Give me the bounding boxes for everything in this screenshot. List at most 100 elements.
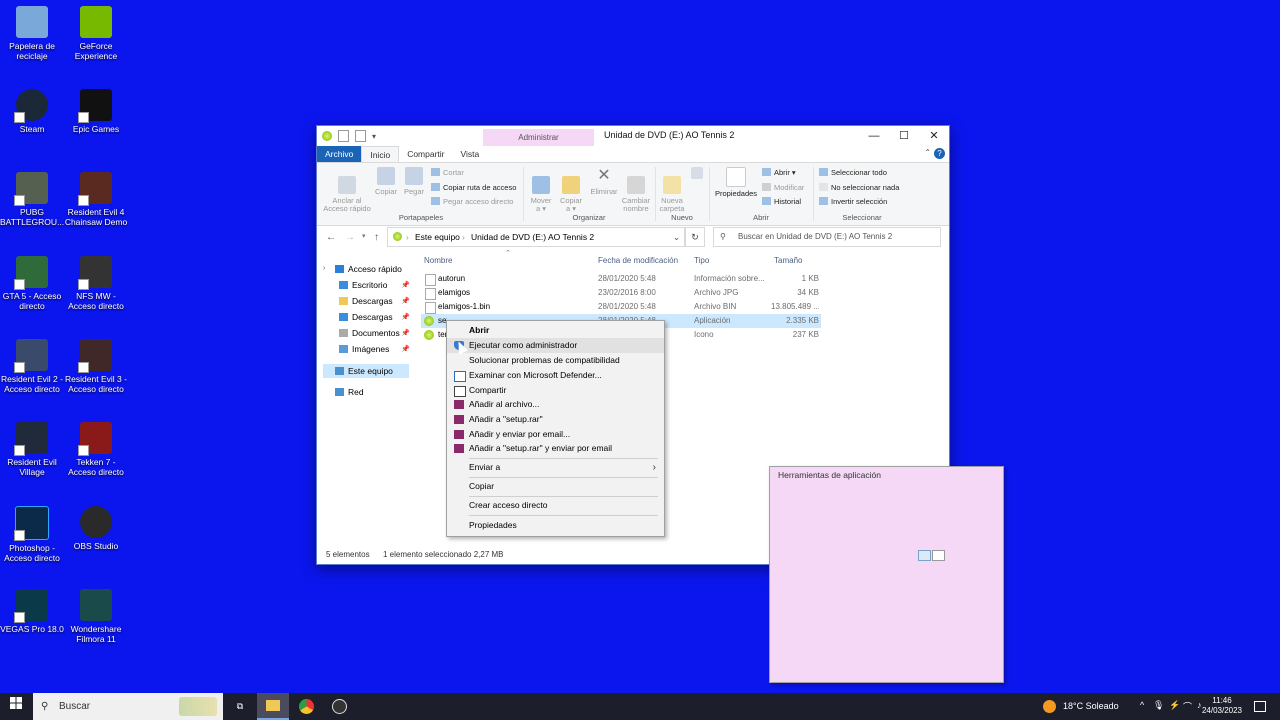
desktop-icon-gta5[interactable]: GTA 5 - Acceso directo	[0, 256, 64, 311]
show-hidden-icons-chevron-icon[interactable]: ^	[1140, 700, 1144, 710]
microphone-icon[interactable]: 🎙	[1153, 700, 1164, 711]
copy-button[interactable]: Copiar	[373, 163, 399, 197]
menu-item-add-to-archive[interactable]: Añadir al archivo...	[447, 397, 664, 412]
network-icon[interactable]: ⌒	[1183, 700, 1192, 713]
desktop-icon-photoshop[interactable]: Photoshop - Acceso directo	[0, 506, 64, 563]
minimize-button[interactable]: —	[859, 126, 889, 146]
nav-item-documentos[interactable]: Documentos	[339, 328, 400, 338]
open-dropdown-button[interactable]: Abrir ▾	[762, 166, 804, 181]
menu-item-add-and-email[interactable]: Añadir y enviar por email...	[447, 427, 664, 442]
nav-item-imagenes[interactable]: Imágenes	[339, 344, 389, 354]
menu-item-create-shortcut[interactable]: Crear acceso directo	[447, 498, 664, 513]
select-none-button[interactable]: No seleccionar nada	[819, 181, 899, 196]
rename-button[interactable]: Cambiar nombre	[621, 163, 651, 214]
menu-item-properties[interactable]: Propiedades	[447, 518, 664, 533]
desktop-icon-vegas[interactable]: VEGAS Pro 18.0	[0, 589, 64, 634]
file-row[interactable]: elamigos 23/02/2016 8:00 Archivo JPG 34 …	[421, 286, 821, 300]
menu-item-abrir[interactable]: Abrir	[447, 323, 664, 338]
column-header-tipo[interactable]: Tipo	[694, 256, 709, 265]
file-row[interactable]: autorun 28/01/2020 5:48 Información sobr…	[421, 272, 821, 286]
new-item-button[interactable]	[689, 163, 705, 182]
desktop-icon-re3[interactable]: Resident Evil 3 - Acceso directo	[64, 339, 128, 394]
taskbar-search-box[interactable]: ⚲ Buscar	[33, 693, 223, 720]
desktop-icon-pubg[interactable]: PUBG BATTLEGROU...	[0, 172, 64, 227]
properties-button[interactable]: Propiedades	[713, 163, 759, 199]
address-bar[interactable]: › Este equipo › Unidad de DVD (E:) AO Te…	[387, 227, 685, 247]
history-button[interactable]: Historial	[762, 195, 804, 210]
menu-item-defender-scan[interactable]: Examinar con Microsoft Defender...	[447, 368, 664, 383]
nav-item-descargas[interactable]: Descargas	[339, 296, 393, 306]
new-folder-button[interactable]: Nueva carpeta	[657, 163, 687, 214]
cut-button[interactable]: Cortar	[431, 166, 516, 181]
desktop-icon-geforce[interactable]: GeForce Experience	[64, 6, 128, 61]
breadcrumb-este-equipo[interactable]: Este equipo	[415, 228, 460, 246]
menu-item-troubleshoot-compat[interactable]: Solucionar problemas de compatibilidad	[447, 353, 664, 368]
desktop-icon-nfs[interactable]: NFS MW - Acceso directo	[64, 256, 128, 311]
desktop-icon-recycle-bin[interactable]: Papelera de reciclaje	[0, 6, 64, 61]
large-icons-view-icon[interactable]	[932, 550, 945, 561]
qat-dropdown-icon[interactable]: ▾	[372, 132, 376, 141]
paste-button[interactable]: Pegar	[401, 163, 427, 197]
delete-button[interactable]: ✕ Eliminar	[587, 163, 621, 197]
refresh-icon[interactable]: ↻	[685, 227, 705, 247]
desktop-icon-re2[interactable]: Resident Evil 2 - Acceso directo	[0, 339, 64, 394]
nav-item-este-equipo[interactable]: Este equipo	[323, 364, 409, 378]
recent-locations-chevron-icon[interactable]: ▾	[362, 232, 366, 240]
usb-icon[interactable]: ⚡	[1169, 700, 1180, 711]
tab-herramientas-aplicacion[interactable]: Herramientas de aplicación	[769, 466, 1004, 683]
tab-archivo[interactable]: Archivo	[317, 146, 362, 162]
menu-item-add-setup-rar-and-email[interactable]: Añadir a "setup.rar" y enviar por email	[447, 441, 664, 456]
weather-text[interactable]: 18°C Soleado	[1063, 701, 1119, 711]
menu-item-run-as-admin[interactable]: Ejecutar como administrador	[447, 338, 664, 353]
nav-item-red[interactable]: Red	[335, 387, 364, 397]
ribbon-collapse-icon[interactable]: ⌃	[924, 148, 931, 157]
select-all-button[interactable]: Seleccionar todo	[819, 166, 899, 181]
nav-item-escritorio[interactable]: Escritorio	[339, 280, 387, 290]
start-button[interactable]	[0, 693, 32, 720]
menu-item-copy[interactable]: Copiar	[447, 479, 664, 494]
search-box[interactable]: ⚲ Buscar en Unidad de DVD (E:) AO Tennis…	[713, 227, 941, 247]
tab-inicio[interactable]: Inicio	[361, 146, 400, 162]
close-button[interactable]: ✕	[919, 126, 949, 146]
notifications-icon[interactable]	[1254, 701, 1266, 712]
maximize-button[interactable]: ☐	[889, 126, 919, 146]
modify-button[interactable]: Modificar	[762, 181, 804, 196]
taskbar-obs[interactable]	[323, 693, 355, 720]
menu-item-add-to-setup-rar[interactable]: Añadir a "setup.rar"	[447, 412, 664, 427]
desktop-icon-filmora[interactable]: Wondershare Filmora 11	[64, 589, 128, 644]
details-view-icon[interactable]	[918, 550, 931, 561]
column-header-fecha[interactable]: Fecha de modificación	[598, 256, 678, 265]
taskbar-chrome[interactable]	[290, 693, 322, 720]
help-icon[interactable]: ?	[934, 148, 945, 159]
copy-to-button[interactable]: Copiar a ▾	[557, 163, 585, 214]
menu-item-send-to[interactable]: Enviar a ›	[447, 460, 664, 475]
forward-arrow-icon[interactable]: →	[345, 232, 355, 243]
nav-item-quick-access[interactable]: Acceso rápido	[335, 264, 402, 274]
desktop-icon-tekken[interactable]: Tekken 7 - Acceso directo	[64, 422, 128, 477]
taskbar-file-explorer[interactable]	[257, 693, 289, 720]
desktop-icon-epic[interactable]: Epic Games	[64, 89, 128, 134]
breadcrumb-dvd-drive[interactable]: Unidad de DVD (E:) AO Tennis 2	[471, 228, 594, 246]
address-dropdown-icon[interactable]: ⌄	[673, 228, 680, 246]
up-arrow-icon[interactable]: ↑	[374, 232, 379, 243]
file-row[interactable]: elamigos-1.bin 28/01/2020 5:48 Archivo B…	[421, 300, 821, 314]
properties-qat-icon[interactable]	[338, 130, 349, 142]
pin-quick-access-button[interactable]: Anclar al Acceso rápido	[321, 163, 373, 214]
new-folder-qat-icon[interactable]	[355, 130, 366, 142]
paste-shortcut-button[interactable]: Pegar acceso directo	[431, 195, 516, 210]
desktop-icon-re4[interactable]: Resident Evil 4 Chainsaw Demo	[64, 172, 128, 227]
expand-chevron-icon[interactable]: ›	[323, 265, 325, 272]
clock[interactable]: 11:46 24/03/2023	[1200, 696, 1244, 716]
move-to-button[interactable]: Mover a ▾	[527, 163, 555, 214]
desktop-icon-steam[interactable]: Steam	[0, 89, 64, 134]
invert-selection-button[interactable]: Invertir selección	[819, 195, 899, 210]
desktop-icon-obs[interactable]: OBS Studio	[64, 506, 128, 551]
menu-item-share[interactable]: Compartir	[447, 383, 664, 398]
copy-path-button[interactable]: Copiar ruta de acceso	[431, 181, 516, 196]
column-header-tamano[interactable]: Tamaño	[774, 256, 802, 265]
nav-item-descargas-2[interactable]: Descargas	[339, 312, 393, 322]
tab-compartir[interactable]: Compartir	[399, 146, 452, 162]
column-header-nombre[interactable]: Nombre	[424, 256, 452, 265]
tab-vista[interactable]: Vista	[453, 146, 488, 162]
back-arrow-icon[interactable]: ←	[326, 232, 336, 243]
